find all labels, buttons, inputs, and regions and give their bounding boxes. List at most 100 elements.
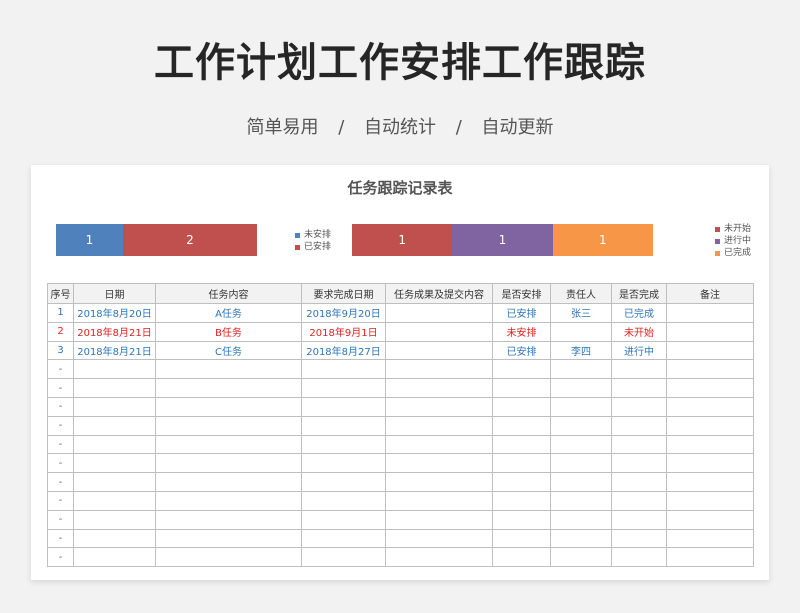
cell-task[interactable] bbox=[155, 509, 302, 530]
cell-done[interactable] bbox=[611, 528, 667, 549]
cell-output[interactable] bbox=[385, 490, 493, 511]
cell-note[interactable] bbox=[666, 472, 754, 492]
cell-due[interactable] bbox=[301, 472, 386, 492]
cell-no[interactable]: - bbox=[47, 509, 74, 530]
cell-arranged[interactable] bbox=[492, 453, 551, 474]
cell-arranged[interactable] bbox=[492, 490, 551, 511]
cell-due[interactable] bbox=[301, 547, 386, 568]
cell-output[interactable] bbox=[385, 340, 493, 361]
cell-arranged[interactable] bbox=[492, 547, 551, 568]
cell-due[interactable] bbox=[301, 490, 386, 511]
cell-task[interactable] bbox=[155, 528, 302, 549]
cell-date[interactable] bbox=[73, 378, 156, 398]
cell-task[interactable] bbox=[155, 490, 302, 511]
cell-note[interactable] bbox=[666, 547, 754, 568]
cell-no[interactable]: - bbox=[47, 359, 74, 380]
cell-output[interactable] bbox=[385, 453, 493, 474]
cell-due[interactable] bbox=[301, 359, 386, 380]
cell-output[interactable] bbox=[385, 415, 493, 436]
cell-date[interactable] bbox=[73, 359, 156, 380]
cell-done[interactable] bbox=[611, 415, 667, 436]
cell-task[interactable] bbox=[155, 434, 302, 455]
cell-due[interactable]: 2018年8月27日 bbox=[301, 340, 386, 361]
cell-due[interactable] bbox=[301, 453, 386, 474]
cell-owner[interactable] bbox=[550, 528, 612, 549]
cell-note[interactable] bbox=[666, 396, 754, 417]
cell-arranged[interactable] bbox=[492, 415, 551, 436]
cell-done[interactable] bbox=[611, 490, 667, 511]
cell-due[interactable] bbox=[301, 396, 386, 417]
cell-date[interactable]: 2018年8月21日 bbox=[73, 321, 156, 342]
cell-date[interactable] bbox=[73, 434, 156, 455]
cell-task[interactable] bbox=[155, 415, 302, 436]
cell-note[interactable] bbox=[666, 378, 754, 398]
cell-no[interactable]: - bbox=[47, 453, 74, 474]
cell-output[interactable] bbox=[385, 396, 493, 417]
cell-arranged[interactable] bbox=[492, 472, 551, 492]
cell-no[interactable]: 1 bbox=[47, 303, 74, 323]
cell-note[interactable] bbox=[666, 340, 754, 361]
cell-owner[interactable] bbox=[550, 490, 612, 511]
cell-note[interactable] bbox=[666, 415, 754, 436]
cell-note[interactable] bbox=[666, 509, 754, 530]
cell-arranged[interactable] bbox=[492, 359, 551, 380]
cell-owner[interactable] bbox=[550, 509, 612, 530]
cell-owner[interactable] bbox=[550, 378, 612, 398]
cell-no[interactable]: - bbox=[47, 434, 74, 455]
cell-output[interactable] bbox=[385, 303, 493, 323]
cell-arranged[interactable]: 已安排 bbox=[492, 340, 551, 361]
cell-no[interactable]: - bbox=[47, 378, 74, 398]
cell-owner[interactable] bbox=[550, 434, 612, 455]
cell-task[interactable] bbox=[155, 547, 302, 568]
cell-arranged[interactable] bbox=[492, 528, 551, 549]
cell-date[interactable] bbox=[73, 490, 156, 511]
cell-owner[interactable] bbox=[550, 415, 612, 436]
cell-date[interactable] bbox=[73, 528, 156, 549]
cell-date[interactable] bbox=[73, 472, 156, 492]
cell-note[interactable] bbox=[666, 453, 754, 474]
cell-output[interactable] bbox=[385, 359, 493, 380]
cell-done[interactable]: 进行中 bbox=[611, 340, 667, 361]
cell-output[interactable] bbox=[385, 472, 493, 492]
cell-due[interactable] bbox=[301, 434, 386, 455]
cell-owner[interactable] bbox=[550, 453, 612, 474]
cell-output[interactable] bbox=[385, 378, 493, 398]
cell-note[interactable] bbox=[666, 359, 754, 380]
cell-note[interactable] bbox=[666, 303, 754, 323]
cell-date[interactable] bbox=[73, 509, 156, 530]
cell-note[interactable] bbox=[666, 528, 754, 549]
cell-task[interactable] bbox=[155, 359, 302, 380]
cell-due[interactable]: 2018年9月20日 bbox=[301, 303, 386, 323]
cell-task[interactable] bbox=[155, 396, 302, 417]
cell-done[interactable] bbox=[611, 547, 667, 568]
cell-arranged[interactable]: 未安排 bbox=[492, 321, 551, 342]
cell-due[interactable] bbox=[301, 378, 386, 398]
cell-output[interactable] bbox=[385, 547, 493, 568]
cell-no[interactable]: - bbox=[47, 415, 74, 436]
cell-owner[interactable] bbox=[550, 396, 612, 417]
cell-date[interactable] bbox=[73, 396, 156, 417]
cell-note[interactable] bbox=[666, 490, 754, 511]
cell-output[interactable] bbox=[385, 509, 493, 530]
cell-note[interactable] bbox=[666, 434, 754, 455]
cell-task[interactable]: A任务 bbox=[155, 303, 302, 323]
cell-no[interactable]: - bbox=[47, 472, 74, 492]
cell-output[interactable] bbox=[385, 528, 493, 549]
cell-date[interactable] bbox=[73, 415, 156, 436]
cell-done[interactable] bbox=[611, 509, 667, 530]
cell-output[interactable] bbox=[385, 321, 493, 342]
cell-owner[interactable] bbox=[550, 472, 612, 492]
cell-owner[interactable] bbox=[550, 321, 612, 342]
cell-due[interactable] bbox=[301, 415, 386, 436]
cell-arranged[interactable] bbox=[492, 509, 551, 530]
cell-done[interactable] bbox=[611, 378, 667, 398]
cell-due[interactable]: 2018年9月1日 bbox=[301, 321, 386, 342]
cell-done[interactable] bbox=[611, 472, 667, 492]
cell-date[interactable]: 2018年8月20日 bbox=[73, 303, 156, 323]
cell-arranged[interactable] bbox=[492, 434, 551, 455]
cell-no[interactable]: 2 bbox=[47, 321, 74, 342]
cell-no[interactable]: - bbox=[47, 490, 74, 511]
cell-done[interactable]: 未开始 bbox=[611, 321, 667, 342]
cell-date[interactable]: 2018年8月21日 bbox=[73, 340, 156, 361]
cell-output[interactable] bbox=[385, 434, 493, 455]
